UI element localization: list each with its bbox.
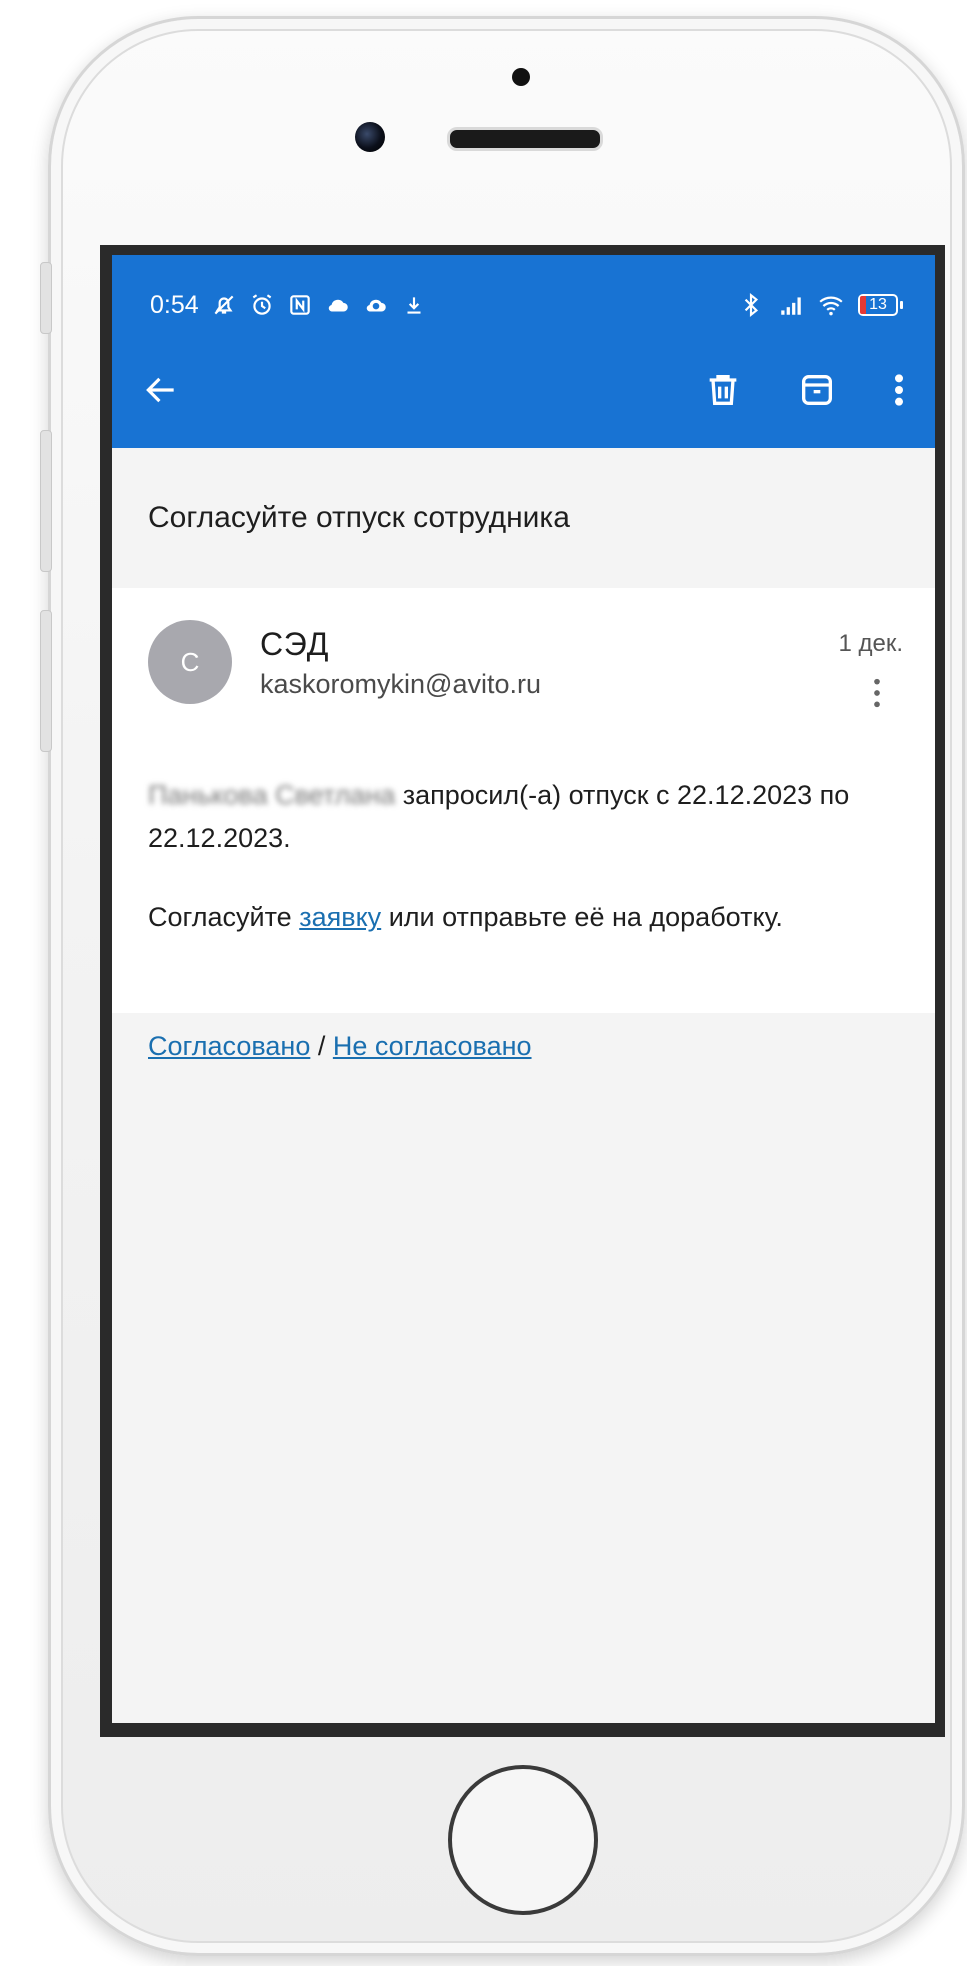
status-right: 13: [738, 292, 903, 318]
back-arrow-icon[interactable]: [142, 371, 180, 409]
more-vertical-icon[interactable]: [891, 370, 907, 410]
email-message: С СЭД kaskoromykin@avito.ru 1 дек. Паньк…: [112, 588, 935, 1061]
alarm-icon: [252, 294, 271, 315]
mute-switch: [40, 262, 52, 334]
proximity-sensor: [512, 68, 530, 86]
wifi-icon: [819, 296, 843, 316]
sender-email[interactable]: kaskoromykin@avito.ru: [260, 669, 541, 700]
body-paragraph-2: Согласуйте заявку или отправьте её на до…: [148, 896, 903, 939]
download-icon: [407, 297, 421, 314]
cloud-icon: [328, 299, 348, 312]
request-link[interactable]: заявку: [299, 902, 381, 932]
email-subject: Согласуйте отпуск сотрудника: [112, 448, 935, 588]
volume-up-button: [40, 430, 52, 572]
page: 0:54 13 Согласуйте отпуск сотрудника С С…: [0, 0, 967, 1966]
delete-icon[interactable]: [703, 370, 743, 410]
battery-level: 13: [869, 296, 887, 313]
app-bar: 0:54 13: [112, 255, 935, 448]
muted-notifications-icon: [214, 295, 234, 315]
sender-row: С СЭД kaskoromykin@avito.ru: [148, 620, 903, 704]
nfc-icon: [289, 295, 310, 315]
rework-text: или отправьте её на доработку.: [381, 902, 783, 932]
sender-name[interactable]: СЭД: [260, 626, 541, 663]
mail-app: 0:54 13 Согласуйте отпуск сотрудника С С…: [112, 255, 935, 1723]
status-bar: 0:54 13: [112, 285, 935, 325]
cloud-sync-icon: [366, 299, 386, 312]
blurred-employee-name: Панькова Светлана: [148, 780, 396, 810]
approve-prompt-text: Согласуйте: [148, 902, 300, 932]
toolbar-actions: [703, 370, 907, 410]
sender-info: СЭД kaskoromykin@avito.ru: [260, 620, 541, 700]
body-paragraph-3: Согласовано / Не согласовано: [148, 1025, 903, 1068]
phone-screen: 0:54 13 Согласуйте отпуск сотрудника С С…: [100, 245, 945, 1737]
battery-icon: 13: [858, 294, 903, 316]
email-date: 1 дек.: [838, 630, 903, 657]
volume-down-button: [40, 610, 52, 752]
email-body: Панькова Светлана запросил(-а) отпуск с …: [148, 774, 903, 1068]
signal-icon: [781, 297, 801, 315]
body-paragraph-1: Панькова Светлана запросил(-а) отпуск с …: [148, 774, 903, 860]
approve-link[interactable]: Согласовано: [148, 1031, 310, 1061]
earpiece-speaker: [447, 127, 603, 151]
archive-icon[interactable]: [797, 370, 837, 410]
home-button[interactable]: [448, 1765, 598, 1915]
status-time: 0:54: [150, 290, 199, 319]
link-separator: /: [310, 1031, 333, 1061]
toolbar: [112, 355, 935, 425]
front-camera: [355, 122, 385, 152]
bluetooth-icon: [744, 292, 759, 318]
avatar[interactable]: С: [148, 620, 232, 704]
reject-link[interactable]: Не согласовано: [333, 1031, 532, 1061]
message-more-icon[interactable]: [871, 676, 883, 715]
status-left: 0:54: [150, 291, 427, 320]
